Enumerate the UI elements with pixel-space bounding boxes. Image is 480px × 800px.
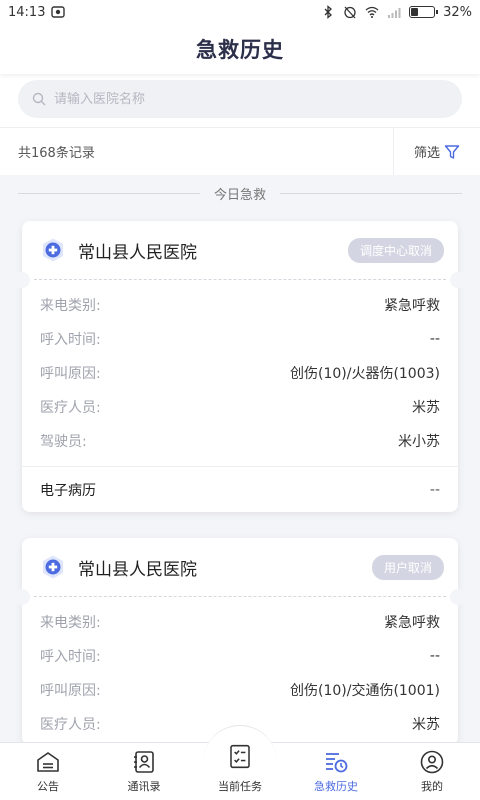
record-card[interactable]: 常山县人民医院 用户取消 来电类别: 紧急呼救 呼入时间: -- 呼叫原因: 创伤(1… [14,538,466,742]
hospital-name: 常山县人民医院 [78,242,197,263]
hospital-icon [43,555,63,579]
tab-announcement[interactable]: 公告 [0,743,96,800]
status-badge: 调度中心取消 [347,237,444,263]
info-row-driver: 驾驶员: 米小苏 [40,434,440,450]
hospital-name: 常山县人民医院 [78,559,197,580]
ticket-divider [14,272,466,288]
info-row-call-reason: 呼叫原因: 创伤(10)/火器伤(1003) [40,366,440,382]
info-row-call-reason: 呼叫原因: 创伤(10)/交通伤(1001) [40,683,440,699]
info-row-call-time: 呼入时间: -- [40,648,440,665]
bottom-tab-bar: 公告 通讯录 当前任务 急救历史 我的 [0,725,480,800]
medical-record-value: -- [429,481,440,498]
info-row-call-type: 来电类别: 紧急呼救 [40,298,440,314]
tab-history[interactable]: 急救历史 [288,743,384,800]
contacts-icon [134,751,154,773]
medical-record-label: 电子病历 [40,482,96,499]
filter-label: 筛选 [413,146,440,161]
battery-percent: 32% [443,4,472,20]
wifi-icon [365,6,379,18]
ticket-divider [14,589,466,605]
signal-icon [388,8,401,18]
filter-icon [444,144,460,159]
bluetooth-icon [324,5,333,19]
status-badge: 用户取消 [371,554,444,580]
info-row-call-type: 来电类别: 紧急呼救 [40,615,440,631]
history-list[interactable]: 今日急救 常山县人民医院 调度中心取消 来电类别: 紧急呼救 呼入时间: -- 呼叫… [0,165,480,742]
info-row-call-time: 呼入时间: -- [40,331,440,348]
search-box[interactable] [18,80,462,118]
screenshot-icon [51,6,66,18]
status-bar: 14:13 32% [0,0,480,24]
card-header: 常山县人民医院 调度中心取消 [22,221,458,279]
record-card[interactable]: 常山县人民医院 调度中心取消 来电类别: 紧急呼救 呼入时间: -- 呼叫原因: 创伤… [14,221,466,512]
section-label: 今日急救 [214,187,267,203]
search-area [0,74,480,127]
section-divider: 今日急救 [0,165,480,221]
tab-profile[interactable]: 我的 [384,743,480,800]
record-count: 共168条记录 [18,146,95,161]
history-icon [326,753,348,773]
card-header: 常山县人民医院 用户取消 [22,538,458,596]
medical-record-row[interactable]: 电子病历 -- [22,466,458,512]
hospital-icon [43,238,63,262]
announcement-icon [37,752,59,772]
search-input[interactable] [54,91,448,107]
info-row-medical-staff: 医疗人员: 米苏 [40,400,440,416]
profile-icon [420,750,444,774]
tab-contacts[interactable]: 通讯录 [96,743,192,800]
alarm-off-icon [344,6,356,19]
search-icon [32,92,46,106]
task-list-icon [230,744,250,769]
battery-icon [409,6,439,18]
app-header: 急救历史 [0,24,480,74]
tab-current-task[interactable]: 当前任务 [192,725,288,800]
status-time: 14:13 [8,4,46,20]
page-title: 急救历史 [196,38,284,62]
